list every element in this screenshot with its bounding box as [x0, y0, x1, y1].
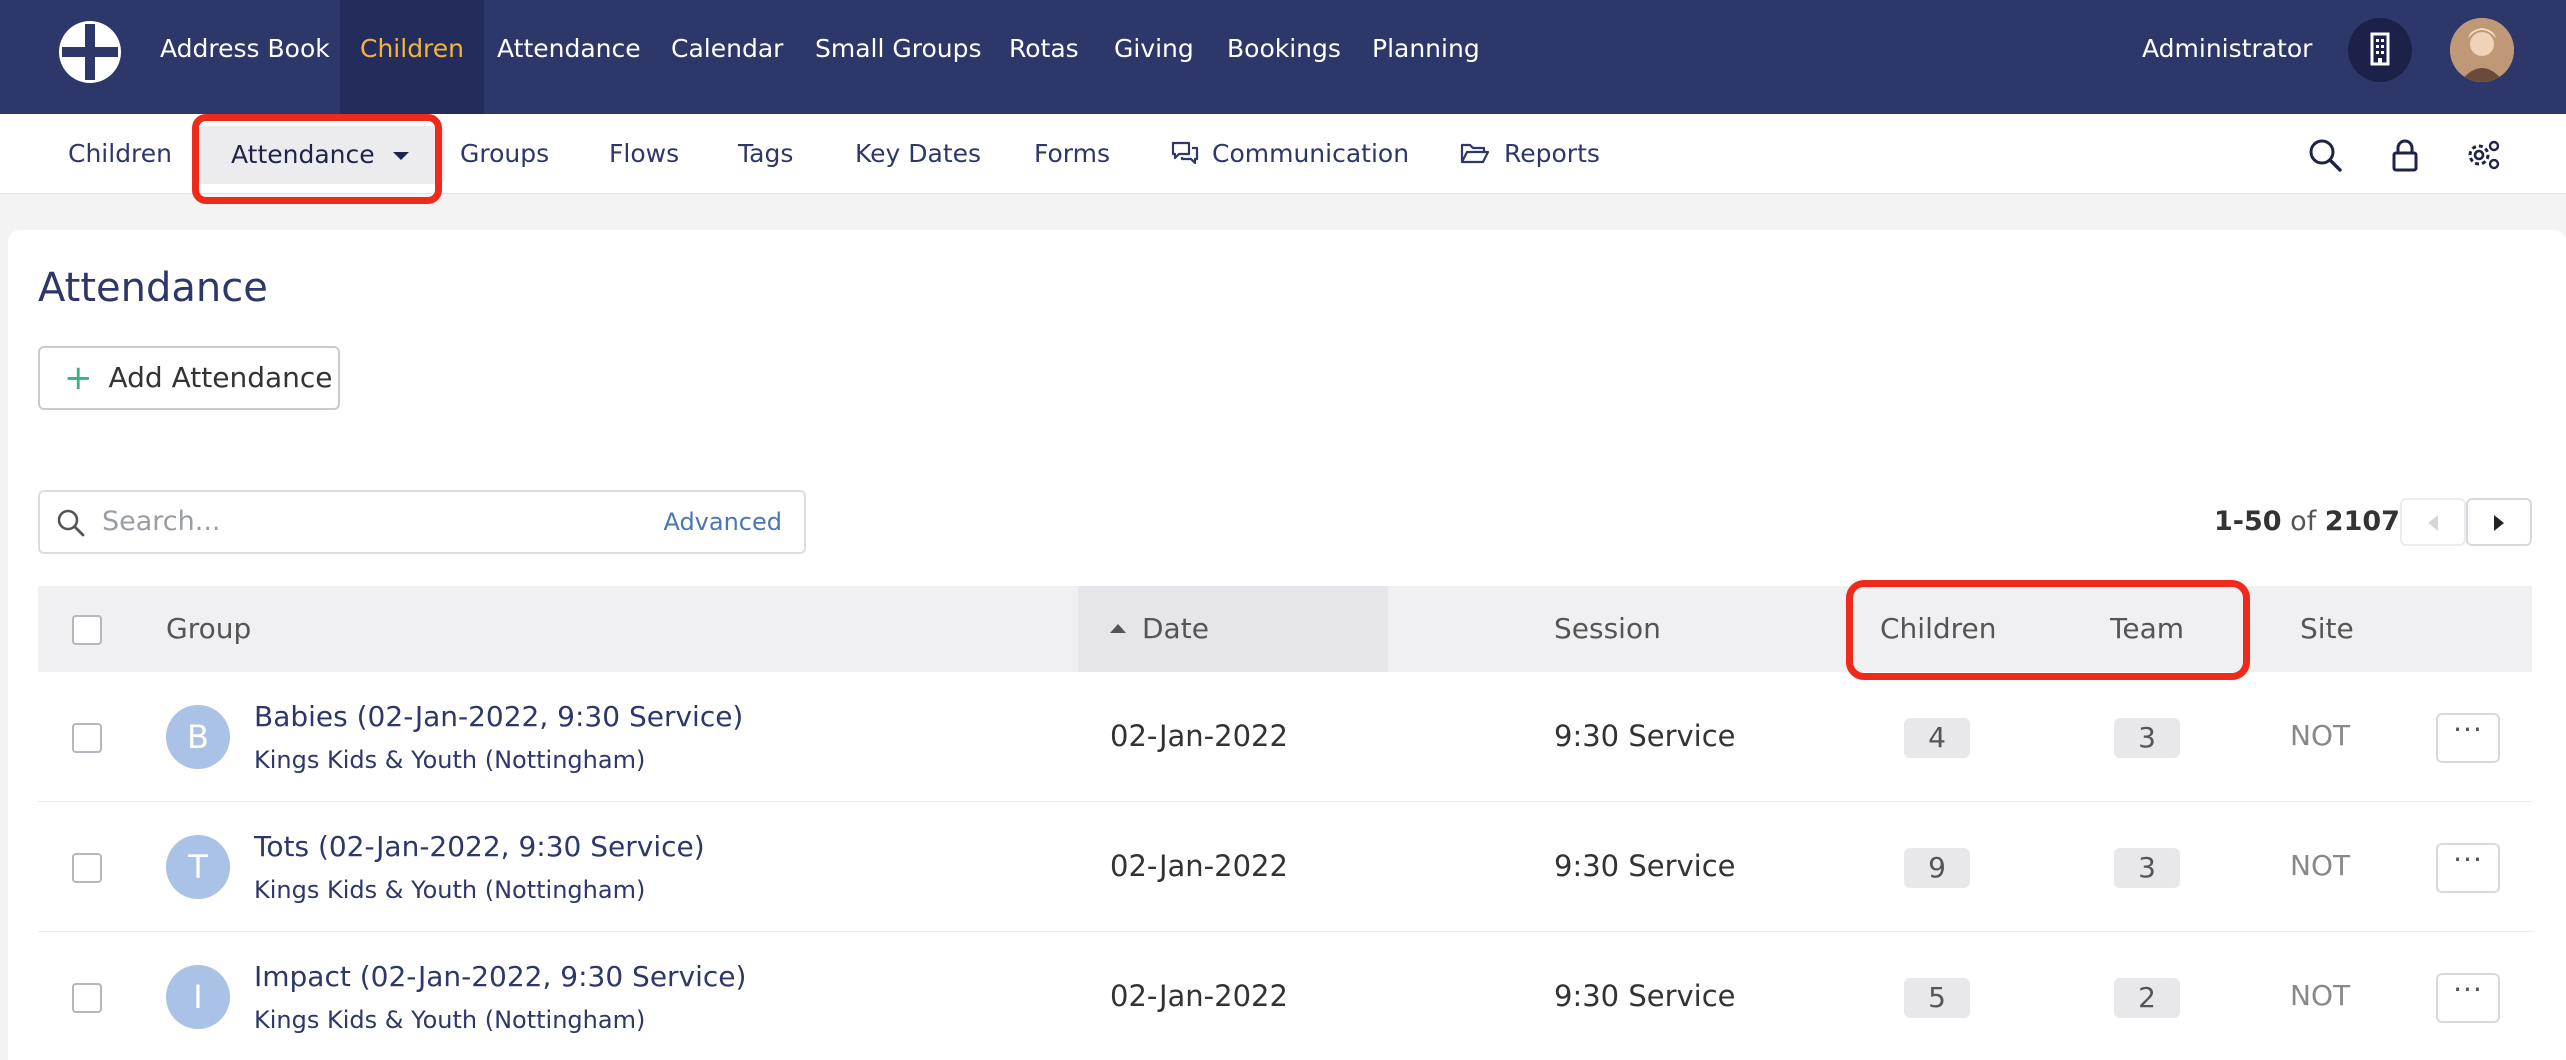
header-date-label: Date — [1142, 612, 1209, 645]
settings-icon[interactable] — [2464, 136, 2502, 174]
nav-planning[interactable]: Planning — [1372, 0, 1480, 114]
row-site: NOT — [2290, 849, 2351, 882]
group-title-link[interactable]: Babies (02-Jan-2022, 9:30 Service) — [254, 700, 743, 733]
row-actions-button[interactable]: ··· — [2436, 973, 2500, 1023]
group-avatar: B — [166, 705, 230, 769]
search-input[interactable]: Search... Advanced — [38, 490, 806, 554]
header-site[interactable]: Site — [2300, 586, 2354, 672]
top-navigation: Address Book Children Attendance Calenda… — [0, 0, 2566, 114]
group-organisation[interactable]: Kings Kids & Youth (Nottingham) — [254, 876, 645, 904]
previous-page-button[interactable] — [2400, 498, 2466, 546]
children-count-badge: 9 — [1904, 848, 1970, 888]
church-cross-logo-icon[interactable] — [56, 18, 124, 86]
folder-open-icon — [1460, 143, 1490, 164]
group-title-link[interactable]: Impact (02-Jan-2022, 9:30 Service) — [254, 960, 746, 993]
highlight-children-team-columns — [1846, 580, 2250, 680]
row-date: 02-Jan-2022 — [1110, 719, 1288, 753]
group-avatar: T — [166, 835, 230, 899]
subnav-forms[interactable]: Forms — [1034, 114, 1110, 194]
row-site: NOT — [2290, 719, 2351, 752]
header-date[interactable]: Date — [1110, 586, 1209, 672]
nav-giving[interactable]: Giving — [1114, 0, 1194, 114]
search-icon[interactable] — [2306, 136, 2344, 174]
nav-bookings[interactable]: Bookings — [1227, 0, 1341, 114]
select-all-checkbox[interactable] — [72, 615, 102, 645]
subnav-communication[interactable]: Communication — [1170, 114, 1409, 194]
subnav-groups[interactable]: Groups — [460, 114, 549, 194]
row-session: 9:30 Service — [1554, 849, 1736, 883]
pager-range: 1-50 — [2214, 506, 2282, 537]
plus-icon: + — [64, 358, 93, 398]
nav-small-groups[interactable]: Small Groups — [815, 0, 982, 114]
row-date: 02-Jan-2022 — [1110, 849, 1288, 883]
pagination-summary: 1-50 of 2107 — [2214, 490, 2400, 554]
nav-children[interactable]: Children — [340, 0, 485, 114]
pager-of: of — [2290, 506, 2317, 537]
team-count-badge: 3 — [2114, 848, 2180, 888]
highlight-attendance-tab — [192, 114, 442, 204]
subnav-reports[interactable]: Reports — [1460, 114, 1600, 194]
subnav-tags[interactable]: Tags — [738, 114, 793, 194]
add-attendance-label: Add Attendance — [108, 361, 333, 394]
search-icon — [57, 509, 85, 537]
group-organisation[interactable]: Kings Kids & Youth (Nottingham) — [254, 746, 645, 774]
user-avatar[interactable] — [2450, 18, 2514, 82]
sort-ascending-icon — [1110, 624, 1126, 633]
children-count-badge: 4 — [1904, 718, 1970, 758]
row-session: 9:30 Service — [1554, 719, 1736, 753]
nav-attendance[interactable]: Attendance — [497, 0, 641, 114]
next-page-button[interactable] — [2466, 498, 2532, 546]
children-count-badge: 5 — [1904, 978, 1970, 1018]
chevron-right-icon — [2494, 515, 2504, 531]
page-title: Attendance — [38, 265, 268, 311]
row-session: 9:30 Service — [1554, 979, 1736, 1013]
chat-icon — [1171, 141, 1199, 165]
subnav-reports-label: Reports — [1504, 139, 1600, 168]
row-actions-button[interactable]: ··· — [2436, 713, 2500, 763]
team-count-badge: 3 — [2114, 718, 2180, 758]
header-group[interactable]: Group — [166, 586, 251, 672]
subnav-children[interactable]: Children — [68, 114, 172, 194]
add-attendance-button[interactable]: + Add Attendance — [38, 346, 340, 410]
row-checkbox[interactable] — [72, 983, 102, 1013]
chevron-left-icon — [2428, 515, 2438, 531]
group-organisation[interactable]: Kings Kids & Youth (Nottingham) — [254, 1006, 645, 1034]
nav-address-book[interactable]: Address Book — [160, 0, 330, 114]
row-site: NOT — [2290, 979, 2351, 1012]
row-actions-button[interactable]: ··· — [2436, 843, 2500, 893]
user-name[interactable]: Administrator — [2142, 0, 2312, 114]
row-date: 02-Jan-2022 — [1110, 979, 1288, 1013]
row-checkbox[interactable] — [72, 853, 102, 883]
subnav-flows[interactable]: Flows — [609, 114, 679, 194]
nav-calendar[interactable]: Calendar — [671, 0, 783, 114]
group-title-link[interactable]: Tots (02-Jan-2022, 9:30 Service) — [254, 830, 705, 863]
group-avatar: I — [166, 965, 230, 1029]
building-icon[interactable] — [2348, 18, 2412, 82]
subnav-communication-label: Communication — [1212, 139, 1410, 168]
pager-total: 2107 — [2324, 506, 2400, 537]
header-session[interactable]: Session — [1554, 586, 1661, 672]
advanced-search-link[interactable]: Advanced — [663, 492, 782, 552]
nav-rotas[interactable]: Rotas — [1009, 0, 1079, 114]
search-placeholder: Search... — [102, 506, 221, 537]
subnav-key-dates[interactable]: Key Dates — [855, 114, 981, 194]
lock-icon[interactable] — [2386, 136, 2424, 174]
team-count-badge: 2 — [2114, 978, 2180, 1018]
row-checkbox[interactable] — [72, 723, 102, 753]
